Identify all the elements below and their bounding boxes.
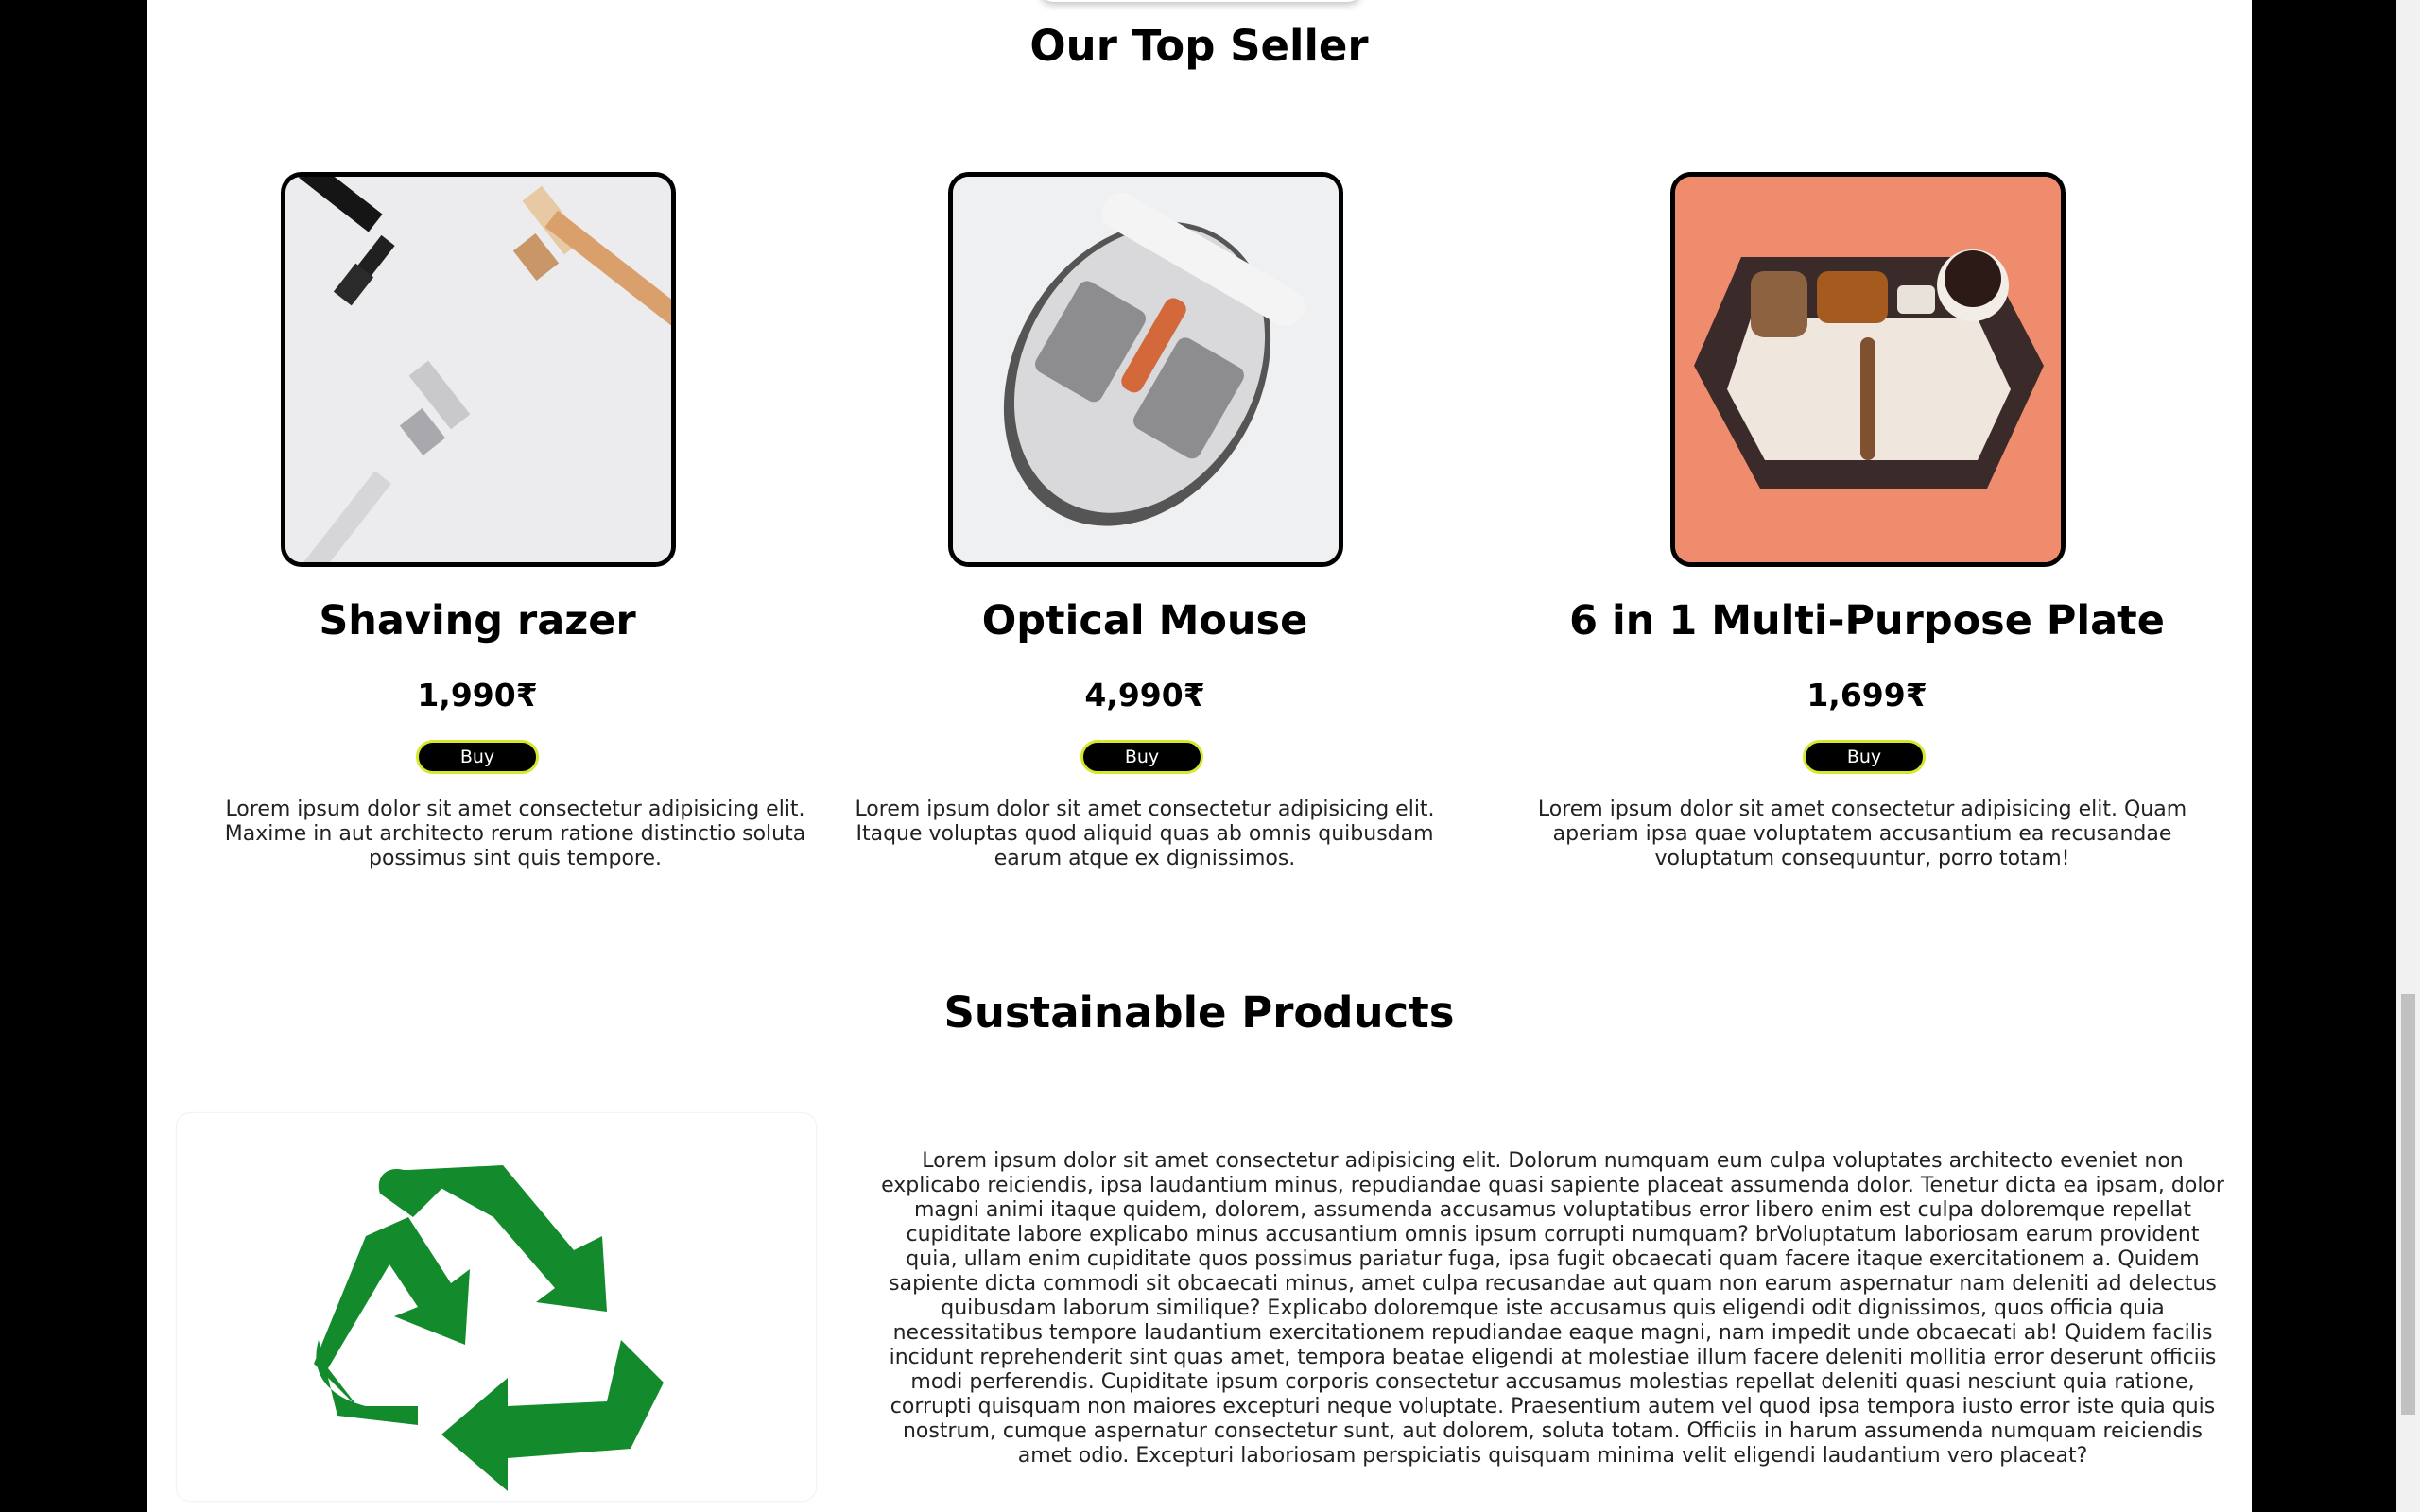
product-image-mouse (948, 172, 1343, 567)
product-price: 1,699₹ (1806, 677, 1927, 713)
product-price: 4,990₹ (1084, 677, 1205, 713)
product-description: Lorem ipsum dolor sit amet consectetur a… (855, 798, 1435, 870)
buy-button[interactable]: Buy (416, 740, 539, 774)
page-content: Our Top Seller Shaving razer 1,990₹ Buy … (147, 0, 2252, 1512)
sustainable-image-box (177, 1113, 816, 1501)
product-description: Lorem ipsum dolor sit amet consectetur a… (224, 798, 806, 870)
product-image-plate (1670, 172, 2066, 567)
product-name: Optical Mouse (981, 597, 1308, 644)
recycle-icon (314, 1165, 664, 1491)
buy-button[interactable]: Buy (1080, 740, 1203, 774)
product-name: 6 in 1 Multi-Purpose Plate (1569, 597, 2165, 644)
mouse-illustration (953, 177, 1339, 562)
product-card-mouse: Optical Mouse 4,990₹ Buy Lorem ipsum dol… (814, 0, 1476, 898)
product-card-razor: Shaving razer 1,990₹ Buy Lorem ipsum dol… (147, 0, 808, 898)
scrollbar-thumb[interactable] (2401, 994, 2415, 1415)
product-price: 1,990₹ (417, 677, 538, 713)
razor-illustration (285, 177, 671, 562)
buy-button[interactable]: Buy (1803, 740, 1926, 774)
sustainable-title: Sustainable Products (943, 988, 1455, 1038)
sustainable-description: Lorem ipsum dolor sit amet consectetur a… (881, 1149, 2224, 1468)
product-card-plate: 6 in 1 Multi-Purpose Plate 1,699₹ Buy Lo… (1536, 0, 2198, 898)
plate-illustration (1675, 177, 2061, 562)
product-description: Lorem ipsum dolor sit amet consectetur a… (1537, 798, 2187, 870)
product-image-razor (281, 172, 676, 567)
product-name: Shaving razer (319, 597, 636, 644)
